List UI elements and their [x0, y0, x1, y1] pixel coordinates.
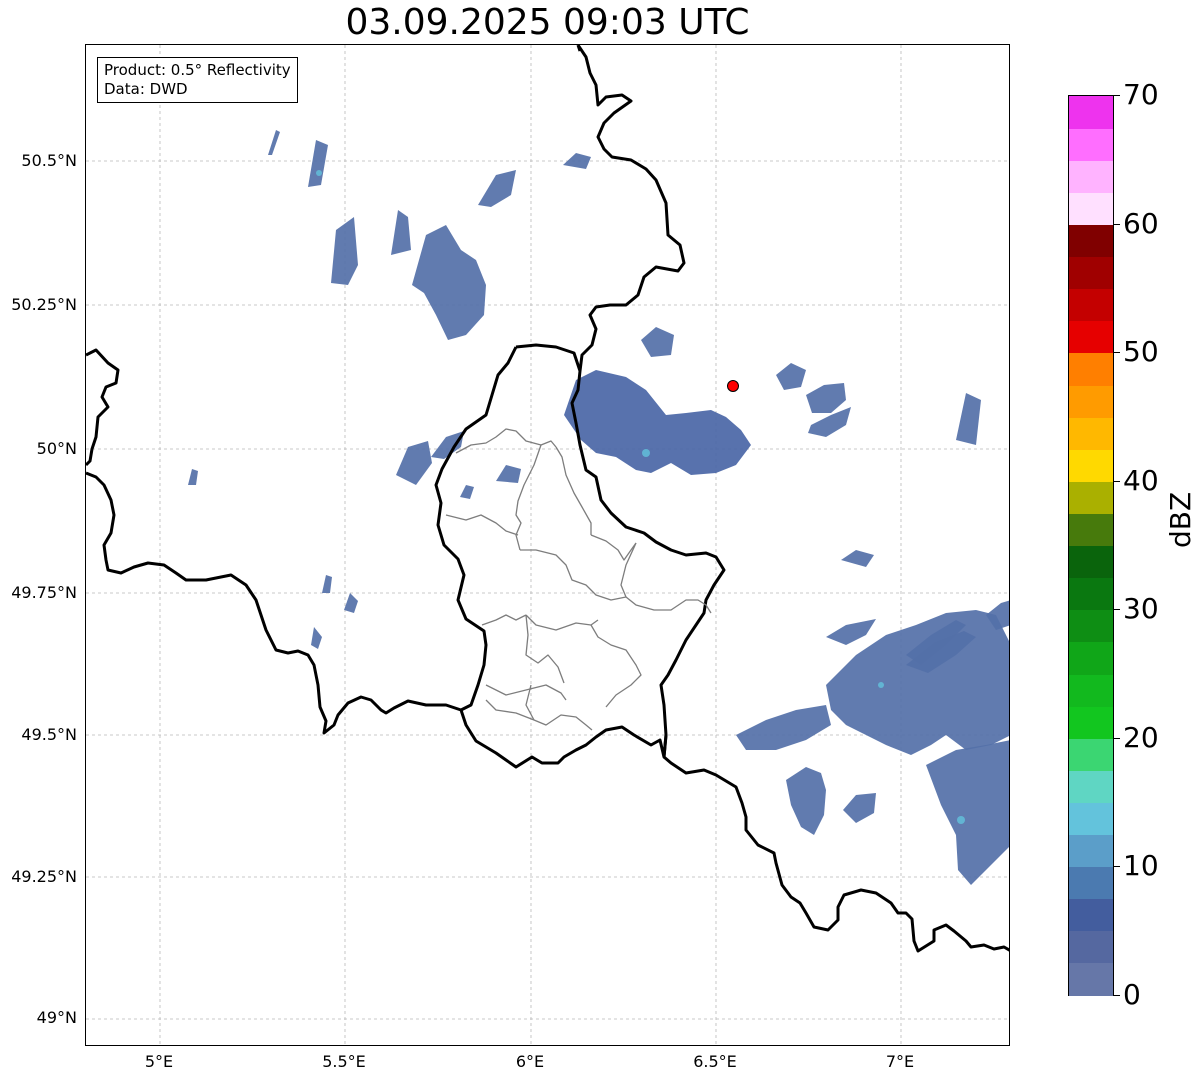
colorbar-segment: [1069, 898, 1113, 932]
colorbar-tick-label: 30: [1123, 592, 1159, 626]
lat-label-49-75: 49.75°N: [11, 583, 77, 602]
lon-label-6: 6°E: [515, 1052, 545, 1071]
colorbar-segment: [1069, 930, 1113, 964]
radar-map[interactable]: [85, 44, 1010, 1046]
colorbar-tick: [1114, 223, 1120, 225]
canton-borders: [445, 428, 712, 731]
colorbar-segment: [1069, 866, 1113, 900]
colorbar-tick: [1114, 866, 1120, 868]
colorbar-unit-label: dBZ: [1164, 491, 1197, 548]
product-label: Product: 0.5° Reflectivity: [104, 61, 291, 79]
colorbar-tick-label: 20: [1123, 720, 1159, 754]
colorbar-segment: [1069, 641, 1113, 675]
lon-label-7: 7°E: [885, 1052, 915, 1071]
colorbar-segment: [1069, 706, 1113, 739]
colorbar-segment: [1069, 256, 1113, 290]
lon-label-5-5: 5.5°E: [322, 1052, 366, 1071]
colorbar-tick-label: 50: [1123, 334, 1159, 368]
colorbar-segment: [1069, 224, 1113, 258]
radar-echoes: [188, 130, 1009, 885]
lat-label-49: 49°N: [36, 1008, 77, 1027]
colorbar-tick: [1114, 737, 1120, 739]
colorbar-segment: [1069, 320, 1113, 354]
colorbar-tick: [1114, 352, 1120, 354]
lat-label-49-5: 49.5°N: [21, 725, 77, 744]
colorbar-segment: [1069, 160, 1113, 193]
colorbar-tick: [1114, 609, 1120, 611]
lat-label-50-25: 50.25°N: [11, 295, 77, 314]
lon-label-6-5: 6.5°E: [693, 1052, 737, 1071]
colorbar-segment: [1069, 192, 1113, 226]
colorbar-segment: [1069, 738, 1113, 771]
colorbar-segment: [1069, 449, 1113, 482]
colorbar-segment: [1069, 673, 1113, 707]
colorbar-segment: [1069, 352, 1113, 386]
country-borders: [86, 45, 1009, 953]
colorbar-segment: [1069, 577, 1113, 611]
colorbar-tick: [1114, 95, 1120, 96]
colorbar-tick-label: 70: [1123, 77, 1159, 111]
colorbar-tick-label: 40: [1123, 463, 1159, 497]
colorbar: [1068, 95, 1114, 996]
colorbar-segment: [1069, 417, 1113, 450]
colorbar-tick-label: 0: [1123, 977, 1141, 1011]
lat-label-50: 50°N: [36, 439, 77, 458]
colorbar-segment: [1069, 802, 1113, 836]
info-box: Product: 0.5° Reflectivity Data: DWD: [97, 57, 298, 103]
lon-label-5: 5°E: [144, 1052, 174, 1071]
colorbar-segment: [1069, 96, 1113, 129]
colorbar-tick-label: 60: [1123, 206, 1159, 240]
colorbar-segment: [1069, 513, 1113, 547]
colorbar-tick-label: 10: [1123, 849, 1159, 883]
colorbar-segment: [1069, 384, 1113, 418]
colorbar-segment: [1069, 481, 1113, 514]
colorbar-segment: [1069, 834, 1113, 868]
colorbar-segment: [1069, 545, 1113, 579]
colorbar-segment: [1069, 770, 1113, 803]
colorbar-tick: [1114, 480, 1120, 482]
data-source-label: Data: DWD: [104, 80, 188, 98]
colorbar-tick: [1114, 995, 1120, 996]
colorbar-segment: [1069, 609, 1113, 643]
colorbar-segment: [1069, 128, 1113, 161]
colorbar-segment: [1069, 962, 1113, 996]
radar-site-marker[interactable]: [727, 380, 739, 392]
lat-label-49-25: 49.25°N: [11, 867, 77, 886]
lat-label-50-5: 50.5°N: [21, 151, 77, 170]
gridlines: [86, 45, 1009, 1045]
colorbar-segment: [1069, 288, 1113, 322]
map-title: 03.09.2025 09:03 UTC: [345, 2, 750, 43]
